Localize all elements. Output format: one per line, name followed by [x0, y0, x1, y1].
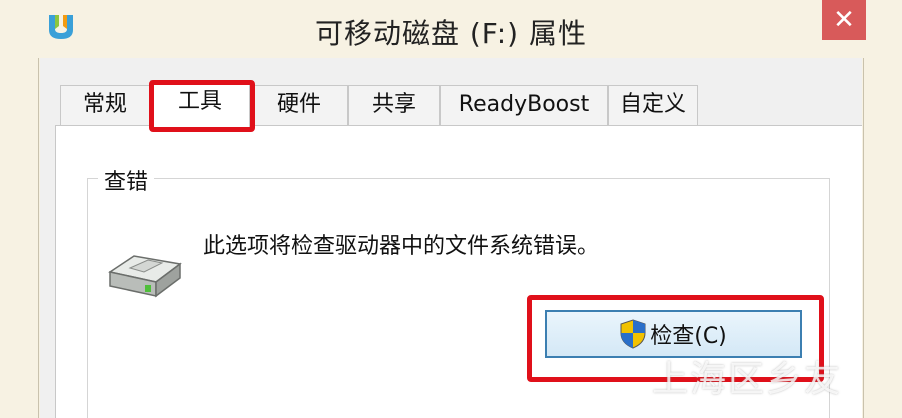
- tab-hardware[interactable]: 硬件: [250, 85, 348, 125]
- tab-label: 共享: [371, 92, 416, 117]
- tools-tab-highlight: [149, 80, 255, 132]
- tab-sharing[interactable]: 共享: [348, 85, 440, 125]
- watermark: 上海区乡友: [652, 359, 843, 400]
- tab-label: 硬件: [276, 92, 321, 117]
- tab-readyboost[interactable]: ReadyBoost: [440, 85, 608, 125]
- close-icon: ✕: [833, 5, 855, 35]
- tab-label: ReadyBoost: [458, 92, 590, 117]
- group-title: 查错: [98, 164, 155, 196]
- window-title: 可移动磁盘 (F:) 属性: [314, 17, 587, 50]
- description-text: 此选项将检查驱动器中的文件系统错误。: [203, 234, 600, 259]
- title-bar: 可移动磁盘 (F:) 属性 ✕: [0, 0, 902, 58]
- tab-label: 常规: [82, 92, 127, 117]
- close-button[interactable]: ✕: [822, 0, 866, 40]
- tab-label: 自定义: [619, 92, 686, 117]
- tab-customize[interactable]: 自定义: [608, 85, 698, 125]
- tab-general[interactable]: 常规: [60, 85, 150, 125]
- removable-drive-icon: [108, 255, 182, 298]
